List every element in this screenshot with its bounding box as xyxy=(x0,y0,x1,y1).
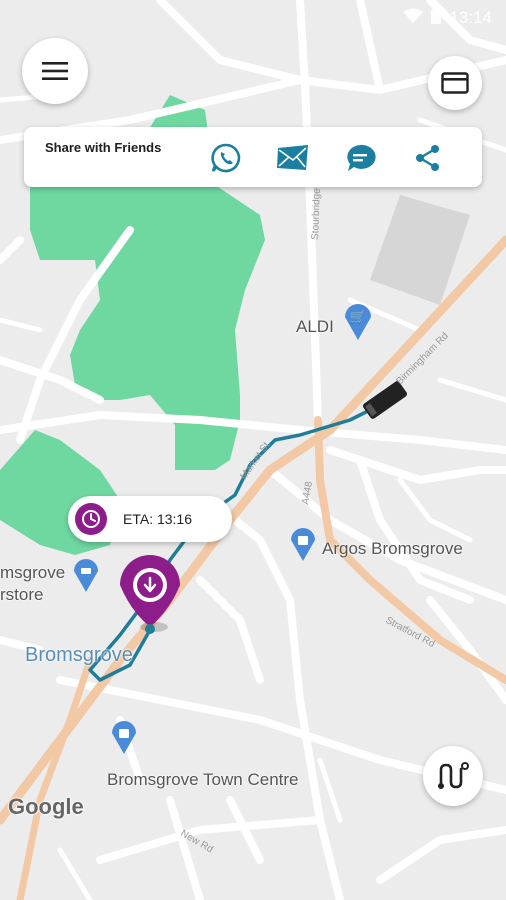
whatsapp-button[interactable] xyxy=(209,141,243,175)
eta-text: ETA: 13:16 xyxy=(123,511,193,527)
status-bar: 13:14 xyxy=(403,0,506,36)
aldi-label: ALDI xyxy=(296,317,334,336)
argos-label: Argos Bromsgrove xyxy=(322,539,463,558)
status-time: 13:14 xyxy=(449,8,492,27)
sms-button[interactable] xyxy=(343,141,377,175)
hamburger-menu-icon xyxy=(42,62,68,80)
share-with-friends-bar: Share with Friends xyxy=(24,127,482,187)
town-centre-label: Bromsgrove Town Centre xyxy=(107,770,299,789)
superstore-label-line2: rstore xyxy=(0,585,44,604)
eta-pill[interactable]: ETA: 13:16 xyxy=(68,496,232,542)
card-view-button[interactable] xyxy=(428,56,482,110)
share-icon xyxy=(416,145,439,171)
svg-text:🛒: 🛒 xyxy=(350,309,366,325)
superstore-label-line1: msgrove xyxy=(0,563,66,582)
menu-button[interactable] xyxy=(22,38,88,104)
google-attribution: Google xyxy=(8,794,84,819)
route-button[interactable] xyxy=(423,746,483,806)
sms-icon xyxy=(347,144,376,171)
share-title: Share with Friends xyxy=(45,140,162,155)
share-button[interactable] xyxy=(411,141,445,175)
card-icon xyxy=(441,72,469,94)
route-icon xyxy=(438,762,469,789)
clock-icon xyxy=(75,503,107,535)
wifi-icon xyxy=(403,8,424,29)
email-button[interactable] xyxy=(276,141,310,175)
battery-icon xyxy=(431,7,442,29)
bromsgrove-label: Bromsgrove xyxy=(25,644,133,666)
email-icon xyxy=(277,145,308,170)
whatsapp-icon xyxy=(211,143,241,173)
